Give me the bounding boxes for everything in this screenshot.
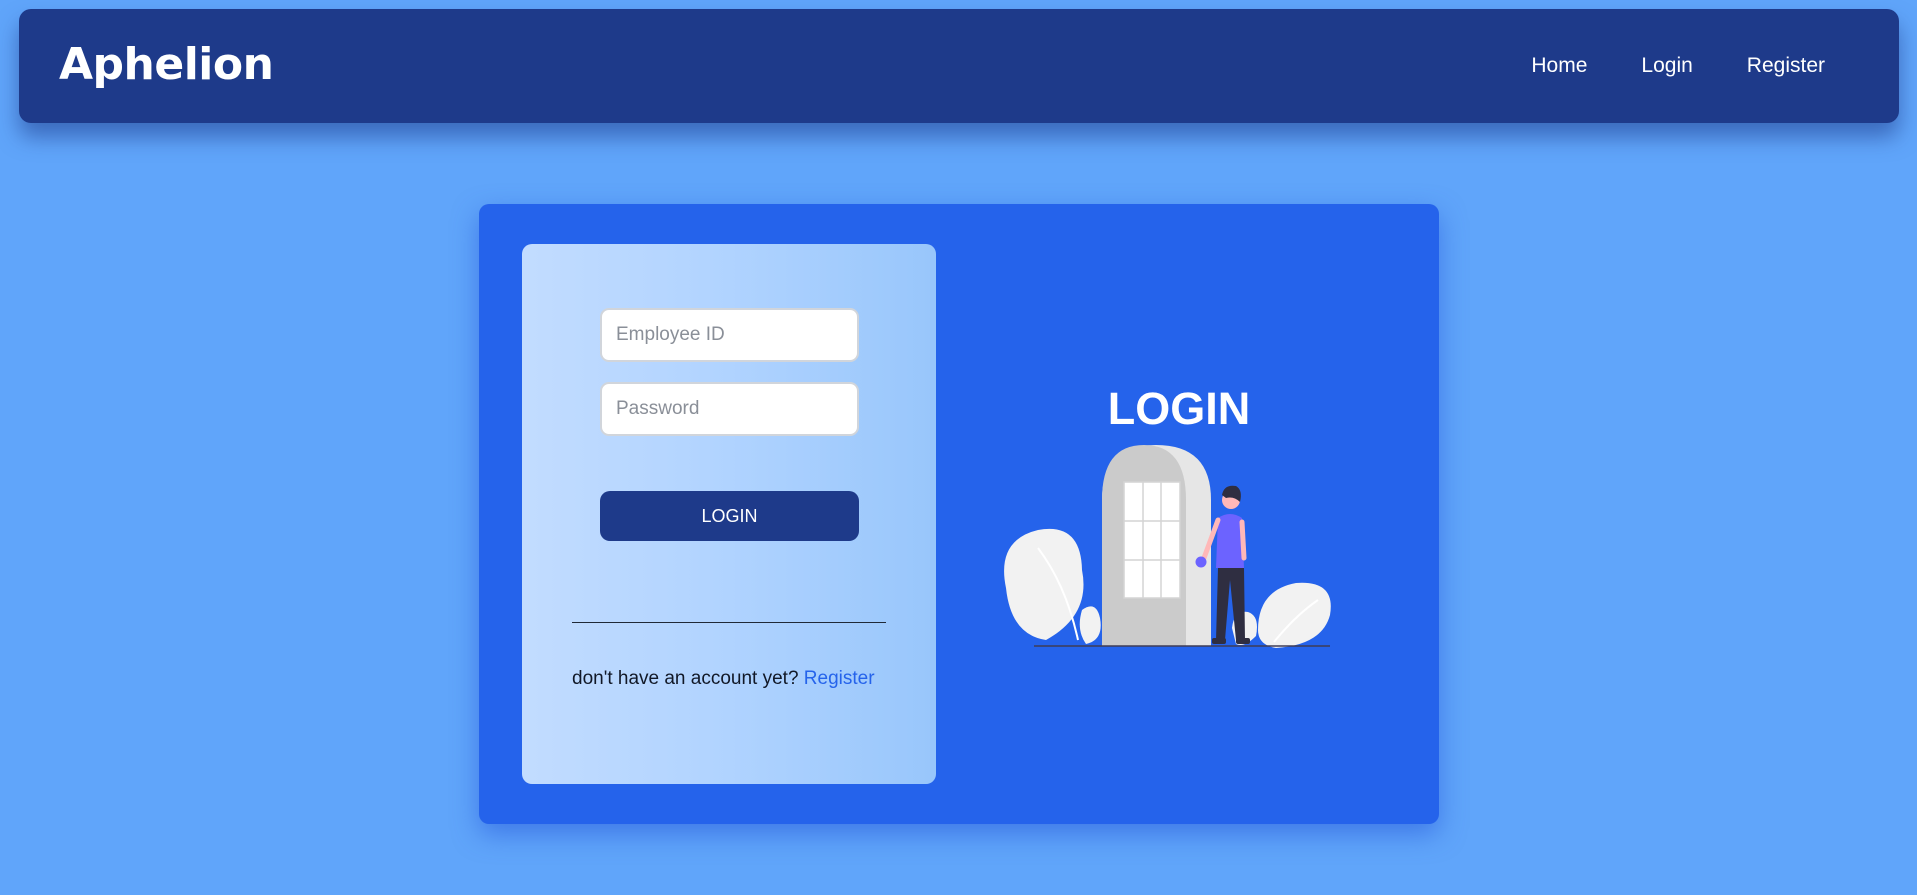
hero-title: LOGIN: [1107, 383, 1251, 434]
nav-links: Home Login Register: [1531, 54, 1825, 78]
person-at-door-icon: [1004, 445, 1331, 648]
password-input[interactable]: [600, 382, 859, 436]
nav-link-login[interactable]: Login: [1641, 54, 1692, 78]
nav-link-register[interactable]: Register: [1747, 54, 1825, 78]
register-link[interactable]: Register: [804, 668, 875, 689]
nav-link-home[interactable]: Home: [1531, 54, 1587, 78]
register-prompt: don't have an account yet? Register: [572, 668, 902, 690]
form-divider: [572, 622, 886, 623]
login-form-panel: LOGIN don't have an account yet? Registe…: [522, 244, 936, 784]
login-card: LOGIN don't have an account yet? Registe…: [479, 204, 1439, 824]
register-prompt-text: don't have an account yet?: [572, 668, 799, 689]
login-button[interactable]: LOGIN: [600, 491, 859, 541]
brand-logo[interactable]: Aphelion: [59, 43, 274, 87]
navbar: Aphelion Home Login Register: [19, 9, 1899, 123]
employee-id-input[interactable]: [600, 308, 859, 362]
